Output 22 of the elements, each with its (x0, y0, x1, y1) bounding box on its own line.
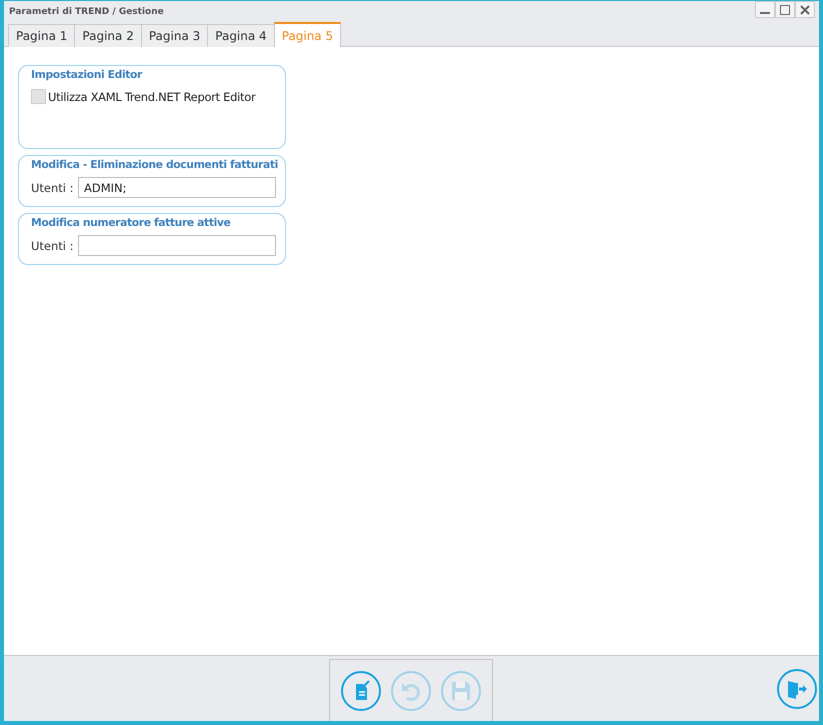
tab[interactable]: Pagina 2 (74, 24, 141, 47)
close-icon (800, 4, 810, 14)
group-title: Impostazioni Editor (31, 67, 144, 82)
window-title: Parametri di TREND / Gestione (9, 6, 164, 16)
close-button[interactable] (795, 1, 815, 18)
tab[interactable]: Pagina 3 (140, 24, 208, 47)
minimize-icon (760, 12, 770, 14)
edit-button[interactable] (340, 670, 380, 710)
input-field[interactable]: ADMIN; (78, 177, 276, 198)
door-arrow-icon (786, 678, 808, 698)
group-title: Modifica numeratore fatture attive (31, 215, 232, 230)
field-label: Utenti : (31, 180, 75, 194)
field-label: Utenti : (31, 238, 75, 252)
maximize-icon (780, 4, 790, 14)
tab[interactable]: Pagina 1 (8, 24, 74, 47)
checkbox-label: Utilizza XAML Trend.NET Report Editor (48, 90, 256, 104)
exit-button[interactable] (777, 668, 817, 708)
maximize-button[interactable] (775, 1, 795, 18)
tab[interactable]: Pagina 4 (207, 24, 274, 47)
minimize-button[interactable] (755, 1, 775, 18)
input-field[interactable] (78, 235, 276, 256)
group-title: Modifica - Eliminazione documenti fatturati (31, 157, 277, 172)
